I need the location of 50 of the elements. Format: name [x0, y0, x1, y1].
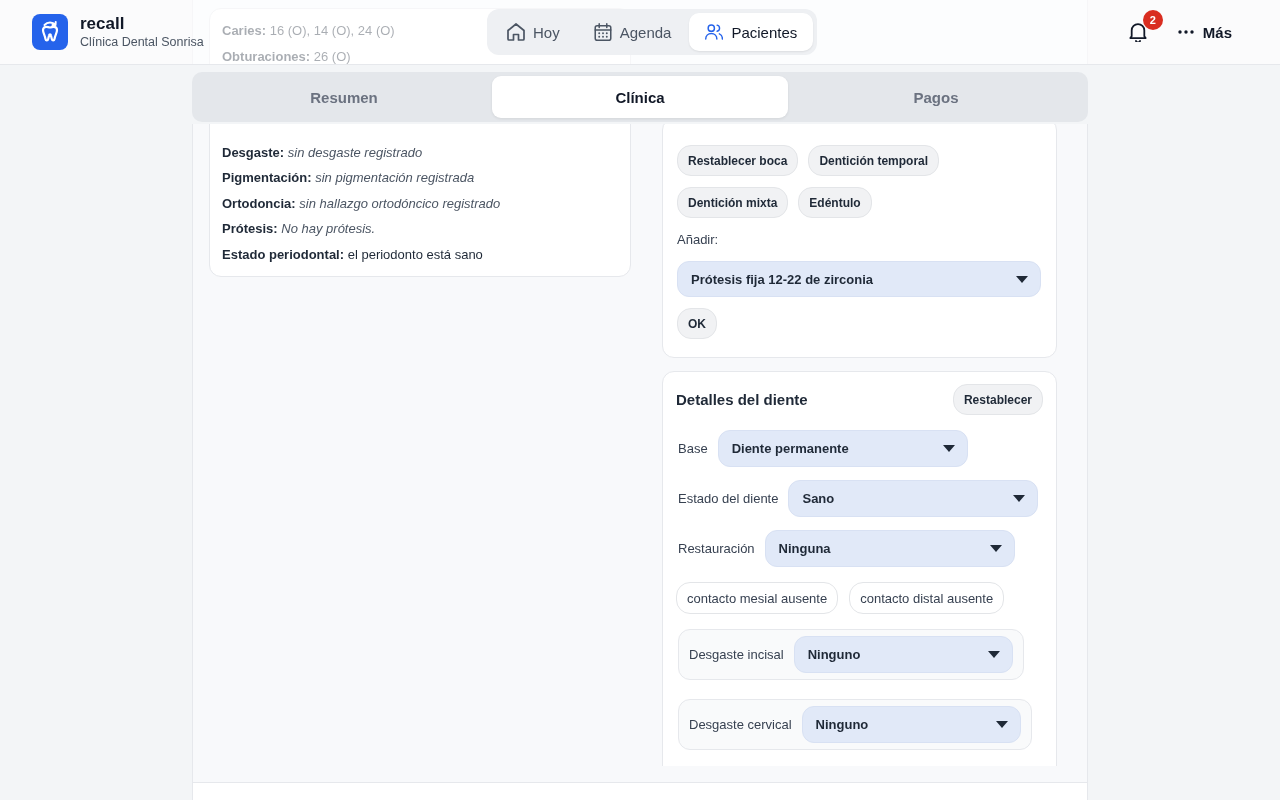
finding-text: Ortodoncia: sin hallazgo ortodóncico registrado: [222, 194, 501, 213]
action-button[interactable]: Dentición mixta: [677, 187, 789, 218]
finding-text: Prótesis: No hay prótesis.: [222, 220, 376, 238]
caret-icon: [987, 651, 1000, 658]
app-name: recall: [80, 13, 125, 34]
tab[interactable]: Clínica: [492, 76, 788, 118]
ok-button[interactable]: OK: [677, 308, 717, 339]
caret-icon: [1013, 495, 1026, 502]
select-field[interactable]: Diente permanente: [717, 430, 968, 467]
action-button[interactable]: Restablecer boca: [677, 145, 799, 176]
notification-badge: 2: [1142, 10, 1163, 30]
caret-icon: [942, 445, 955, 452]
card-title: Detalles del diente: [676, 391, 808, 408]
reset-button[interactable]: Restablecer: [952, 384, 1043, 415]
add-label: Añadir:: [677, 231, 719, 249]
clinic-name: Clínica Dental Sonrisa: [80, 34, 204, 51]
field-label: Base: [678, 441, 708, 456]
tab[interactable]: Resumen: [196, 76, 492, 118]
home-icon: [507, 23, 525, 41]
users-icon: [705, 23, 724, 41]
caret-icon: [1016, 275, 1028, 283]
select-field[interactable]: Sano: [788, 480, 1039, 517]
finding-text: Desgaste: sin desgaste registrado: [222, 143, 423, 162]
field-label: Desgaste incisal: [689, 647, 784, 662]
action-button[interactable]: Dentición temporal: [808, 145, 940, 176]
bell-icon: [1127, 22, 1148, 42]
field-label: Restauración: [678, 541, 755, 556]
finding-text: Pigmentación: sin pigmentación registrada: [222, 169, 475, 187]
action-button[interactable]: Edéntulo: [798, 187, 872, 218]
tooth-logo-icon: [32, 14, 68, 50]
more-icon: [1177, 30, 1194, 34]
select-field[interactable]: Ninguna: [764, 530, 1015, 567]
toggle-chip[interactable]: contacto mesial ausente: [676, 582, 839, 614]
select-field[interactable]: Ninguno: [793, 636, 1013, 673]
nav-item[interactable]: Pacientes: [689, 13, 814, 51]
more-button[interactable]: Más: [1177, 23, 1232, 41]
add-select[interactable]: Prótesis fija 12-22 de zirconia: [677, 261, 1041, 297]
caret-icon: [989, 545, 1002, 552]
select-field[interactable]: Ninguno: [801, 706, 1021, 743]
toggle-chip[interactable]: contacto distal ausente: [849, 582, 1005, 614]
finding-text: Estado periodontal: el periodonto está sano: [222, 245, 483, 264]
field-label: Estado del diente: [678, 491, 779, 506]
field-label: Desgaste cervical: [689, 717, 792, 732]
finding-text: Obturaciones: 26 (O): [222, 47, 351, 66]
caret-icon: [995, 721, 1008, 728]
calendar-icon: [593, 23, 612, 41]
nav-item[interactable]: Agenda: [577, 13, 688, 51]
nav-item[interactable]: Hoy: [491, 13, 576, 51]
tab[interactable]: Pagos: [788, 76, 1084, 118]
finding-text: Caries: 16 (O), 14 (O), 24 (O): [222, 22, 395, 40]
